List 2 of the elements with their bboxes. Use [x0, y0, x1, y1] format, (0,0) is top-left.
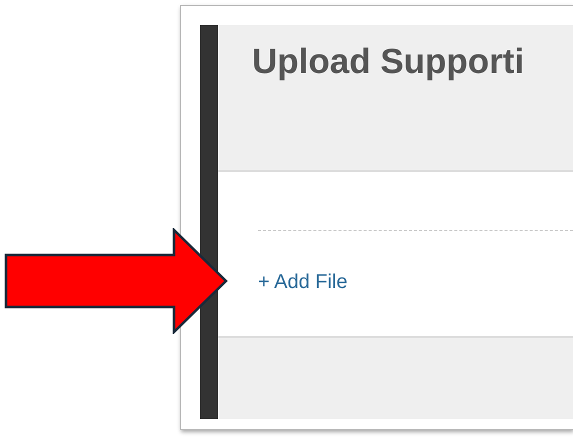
panel-title: Upload Supporti: [252, 41, 526, 83]
add-file-link[interactable]: + Add File: [258, 271, 348, 293]
